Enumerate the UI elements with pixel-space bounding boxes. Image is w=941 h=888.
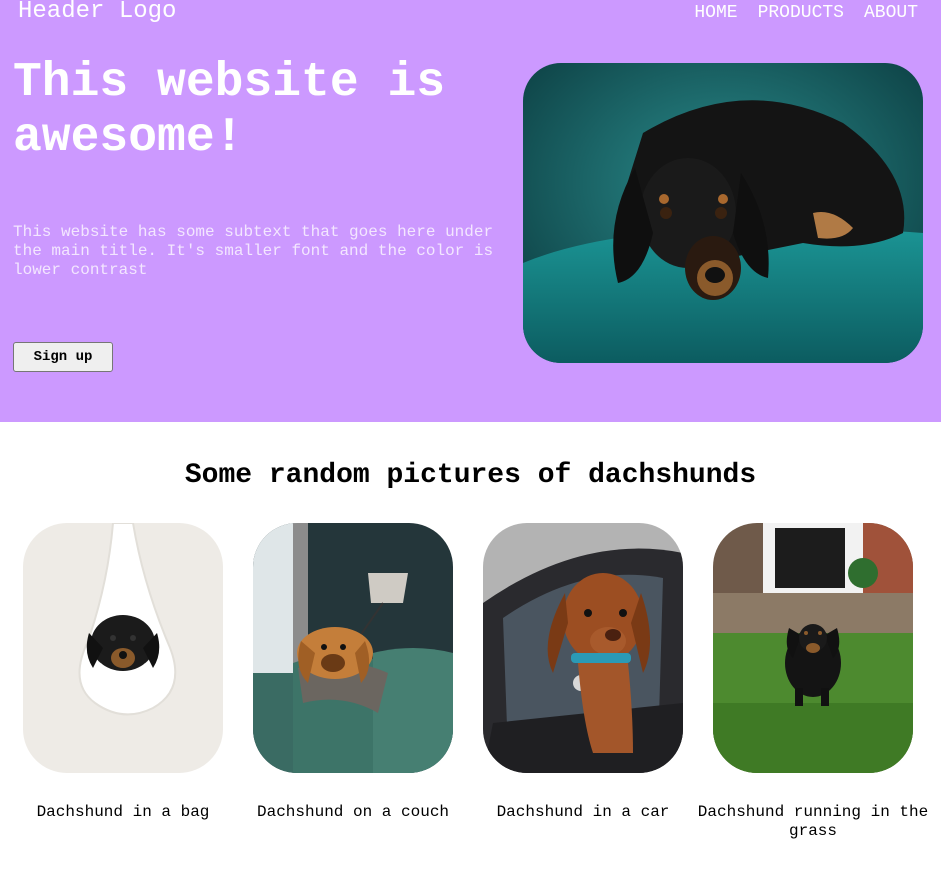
hero-subtitle: This website has some subtext that goes … (13, 223, 494, 279)
card-caption: Dachshund in a bag (36, 803, 210, 821)
nav-home-link[interactable]: HOME (694, 3, 737, 23)
main-nav: HOME PRODUCTS ABOUT (694, 3, 918, 23)
header-logo[interactable]: Header Logo (18, 0, 176, 25)
hero-section: Header Logo HOME PRODUCTS ABOUT This web… (0, 0, 941, 422)
hero-dog-image (523, 63, 923, 363)
gallery-card: Dachshund in a bag (23, 523, 223, 821)
dachshund-bag-image (23, 523, 223, 773)
card-caption: Dachshund on a couch (256, 803, 450, 821)
gallery-card: Dachshund in a car (483, 523, 683, 821)
dachshund-grass-image (713, 523, 913, 773)
nav-about-link[interactable]: ABOUT (864, 3, 918, 23)
gallery-card: Dachshund running in the grass (698, 523, 928, 840)
dachshund-couch-image (253, 523, 453, 773)
card-caption: Dachshund running in the grass (697, 803, 929, 840)
card-caption: Dachshund in a car (496, 803, 670, 821)
gallery-title: Some random pictures of dachshunds (184, 460, 757, 491)
nav-products-link[interactable]: PRODUCTS (758, 3, 844, 23)
gallery-card: Dachshund on a couch (253, 523, 453, 821)
hero-title: This website is awesome! (13, 56, 446, 165)
dachshund-car-image (483, 523, 683, 773)
signup-button[interactable]: Sign up (13, 342, 113, 372)
